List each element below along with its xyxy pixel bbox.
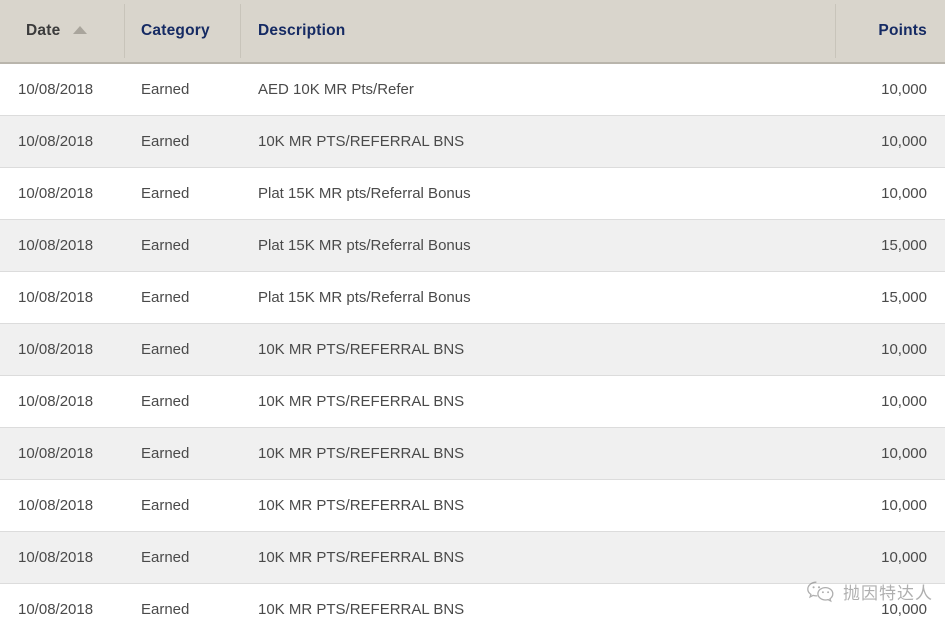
cell-description: 10K MR PTS/REFERRAL BNS [258,133,465,150]
cell-category: Earned [141,601,190,618]
header-divider-3 [835,4,836,58]
cell-description: 10K MR PTS/REFERRAL BNS [258,497,465,514]
cell-date: 10/08/2018 [18,445,94,462]
cell-description: 10K MR PTS/REFERRAL BNS [258,393,465,410]
column-header-date[interactable]: Date [0,0,124,62]
cell-date: 10/08/2018 [18,601,94,618]
cell-description: 10K MR PTS/REFERRAL BNS [258,445,465,462]
column-header-points-label: Points [878,22,927,39]
cell-points: 10,000 [881,133,927,150]
table-row[interactable]: 10/08/2018 Earned Plat 15K MR pts/Referral… [0,272,945,324]
cell-category: Earned [141,549,190,566]
cell-category: Earned [141,237,190,254]
cell-points: 10,000 [881,341,927,358]
cell-points: 10,000 [881,185,927,202]
table-row[interactable]: 10/08/2018 Earned 10K MR PTS/REFERRAL BNS 1… [0,532,945,584]
cell-description: AED 10K MR Pts/Refer [258,81,414,98]
cell-date: 10/08/2018 [18,497,94,514]
table-row[interactable]: 10/08/2018 Earned 10K MR PTS/REFERRAL BNS 1… [0,324,945,376]
cell-date: 10/08/2018 [18,185,94,202]
cell-date: 10/08/2018 [18,133,94,150]
table-body: 10/08/2018 Earned AED 10K MR Pts/Refer 10,0… [0,64,945,632]
cell-points: 10,000 [881,393,927,410]
table-row[interactable]: 10/08/2018 Earned 10K MR PTS/REFERRAL BNS 1… [0,428,945,480]
points-activity-table: Date Category Description Points 10/08/2… [0,0,945,632]
table-header-row: Date Category Description Points [0,0,945,64]
cell-date: 10/08/2018 [18,237,94,254]
cell-date: 10/08/2018 [18,289,94,306]
cell-points: 10,000 [881,445,927,462]
column-header-points[interactable]: Points [835,0,945,62]
cell-date: 10/08/2018 [18,393,94,410]
column-header-category-label: Category [141,22,210,39]
cell-description: Plat 15K MR pts/Referral Bonus [258,185,471,202]
cell-description: Plat 15K MR pts/Referral Bonus [258,237,471,254]
header-divider-1 [124,4,125,58]
cell-description: 10K MR PTS/REFERRAL BNS [258,549,465,566]
table-row[interactable]: 10/08/2018 Earned 10K MR PTS/REFERRAL BNS 1… [0,584,945,632]
cell-category: Earned [141,289,190,306]
column-header-description[interactable]: Description [240,0,835,62]
cell-description: 10K MR PTS/REFERRAL BNS [258,341,465,358]
cell-category: Earned [141,81,190,98]
header-divider-2 [240,4,241,58]
cell-date: 10/08/2018 [18,81,94,98]
table-row[interactable]: 10/08/2018 Earned AED 10K MR Pts/Refer 10,0… [0,64,945,116]
cell-points: 10,000 [881,549,927,566]
cell-category: Earned [141,341,190,358]
cell-points: 10,000 [881,601,927,618]
cell-points: 15,000 [881,289,927,306]
cell-category: Earned [141,445,190,462]
cell-category: Earned [141,133,190,150]
table-row[interactable]: 10/08/2018 Earned 10K MR PTS/REFERRAL BNS 1… [0,480,945,532]
sort-ascending-icon[interactable] [73,26,88,34]
column-header-description-label: Description [258,22,346,39]
table-row[interactable]: 10/08/2018 Earned 10K MR PTS/REFERRAL BNS 1… [0,376,945,428]
cell-points: 15,000 [881,237,927,254]
table-row[interactable]: 10/08/2018 Earned Plat 15K MR pts/Referral… [0,220,945,272]
cell-description: Plat 15K MR pts/Referral Bonus [258,289,471,306]
cell-description: 10K MR PTS/REFERRAL BNS [258,601,465,618]
cell-date: 10/08/2018 [18,549,94,566]
cell-points: 10,000 [881,497,927,514]
column-header-date-label: Date [26,22,61,39]
cell-category: Earned [141,497,190,514]
cell-date: 10/08/2018 [18,341,94,358]
table-row[interactable]: 10/08/2018 Earned 10K MR PTS/REFERRAL BNS 1… [0,116,945,168]
column-header-category[interactable]: Category [124,0,240,62]
cell-category: Earned [141,393,190,410]
table-row[interactable]: 10/08/2018 Earned Plat 15K MR pts/Referral… [0,168,945,220]
cell-points: 10,000 [881,81,927,98]
cell-category: Earned [141,185,190,202]
